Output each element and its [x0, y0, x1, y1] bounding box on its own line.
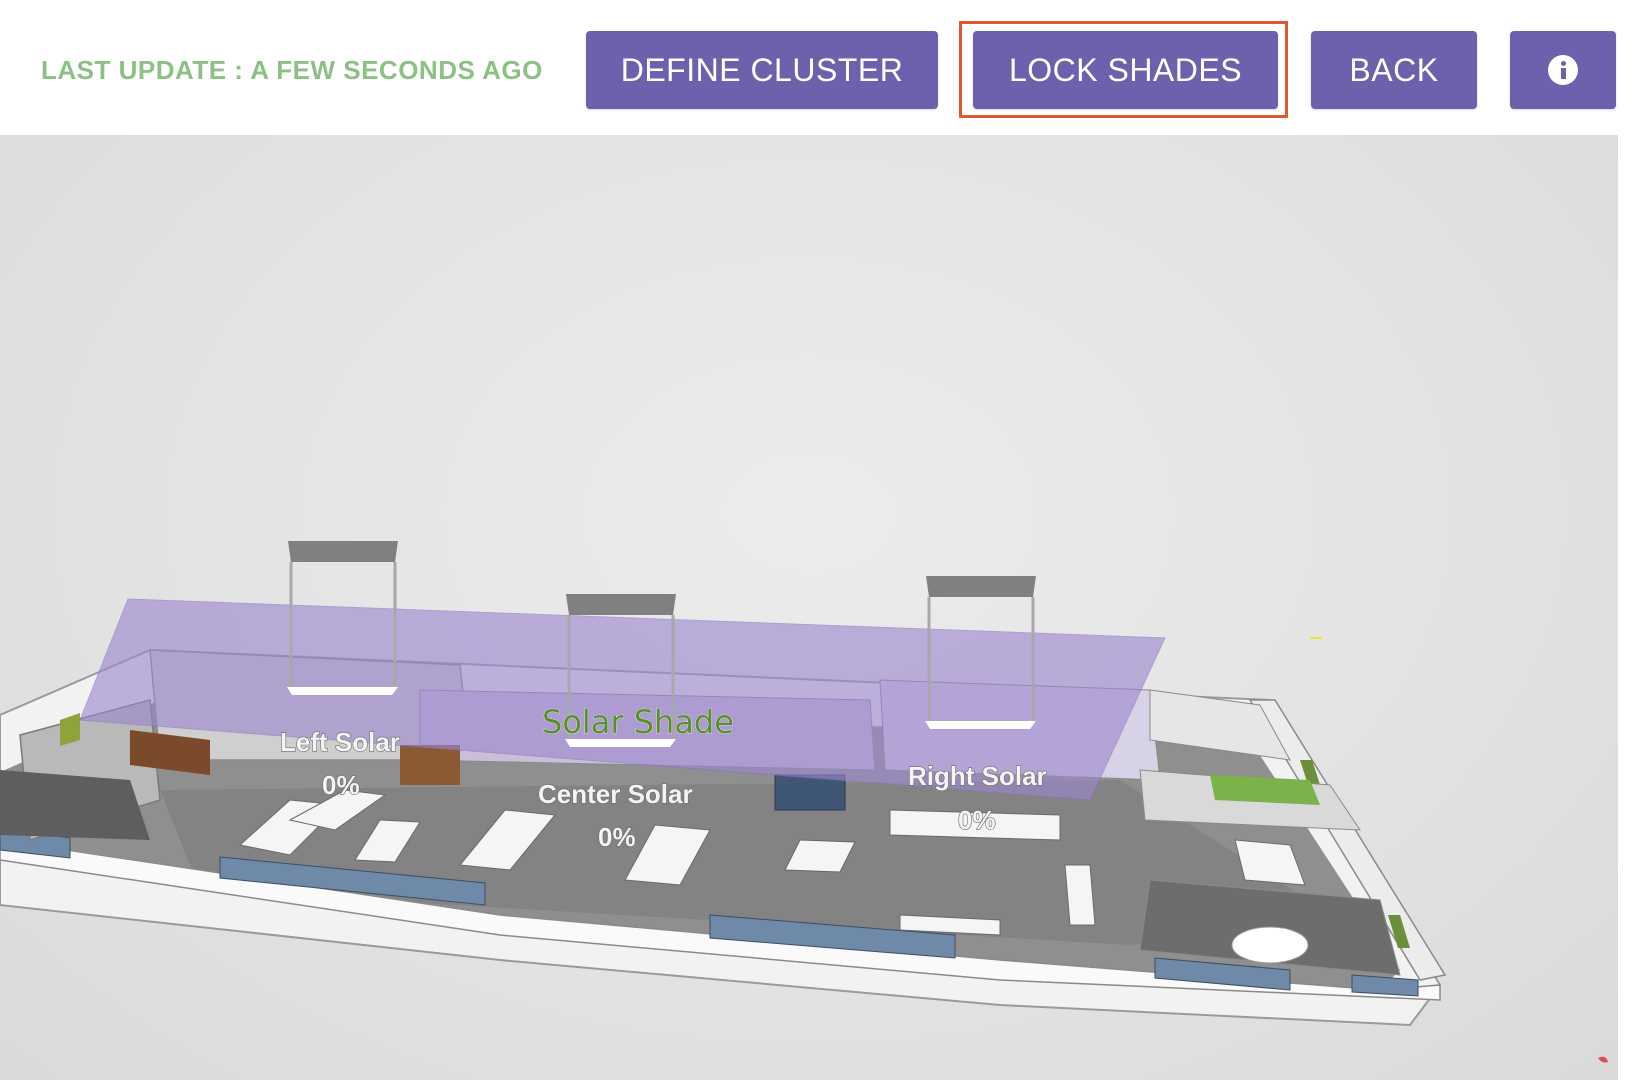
top-toolbar: LAST UPDATE : A FEW SECONDS AGO DEFINE C…	[0, 0, 1636, 135]
define-cluster-button[interactable]: DEFINE CLUSTER	[586, 31, 938, 109]
3d-floorplan-viewport[interactable]: Solar Shade Left Solar 0% Center Solar 0…	[0, 135, 1618, 1080]
info-circle-icon	[1548, 55, 1578, 85]
right-solar-label: Right Solar	[908, 761, 1047, 791]
center-solar-value: 0%	[598, 822, 636, 852]
back-button[interactable]: BACK	[1311, 31, 1477, 109]
left-solar-value: 0%	[322, 770, 360, 800]
center-solar-label: Center Solar	[538, 779, 693, 809]
floorplan-scene[interactable]: Solar Shade Left Solar 0% Center Solar 0…	[0, 135, 1618, 1080]
solar-shade-label: Solar Shade	[542, 703, 734, 741]
red-corner-marker	[1598, 1056, 1608, 1063]
right-solar-value: 0%	[958, 805, 996, 835]
info-button[interactable]	[1510, 31, 1616, 109]
last-update-status: LAST UPDATE : A FEW SECONDS AGO	[41, 55, 543, 85]
left-solar-label: Left Solar	[280, 727, 400, 757]
lock-shades-button[interactable]: LOCK SHADES	[973, 31, 1278, 109]
